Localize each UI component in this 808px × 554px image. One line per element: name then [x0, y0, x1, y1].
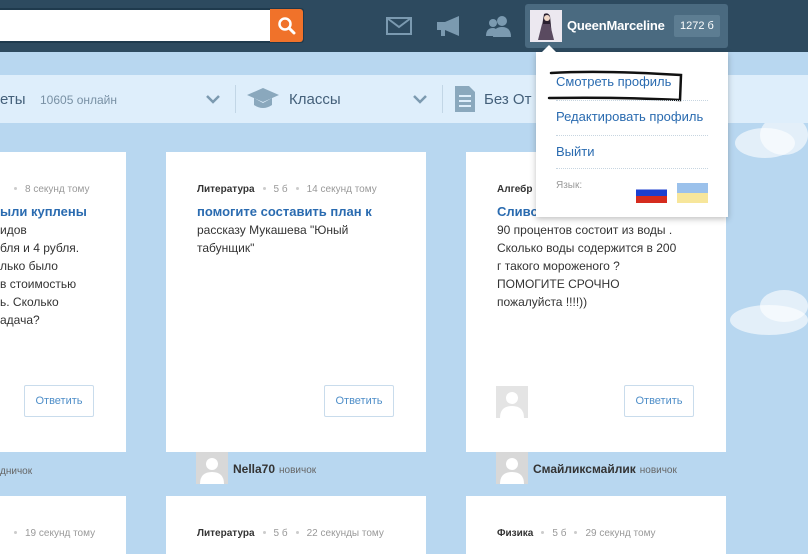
answer-button[interactable]: Ответить: [24, 385, 94, 417]
megaphone-icon[interactable]: [435, 15, 463, 37]
author-row: дничок: [0, 463, 32, 477]
user-dropdown-menu: Смотреть профиль Редактировать профиль В…: [536, 45, 728, 217]
card-text: рассказу Мукашева "Юный табунщик": [197, 223, 349, 255]
author-name[interactable]: Nella70: [233, 462, 275, 476]
card-title[interactable]: Сливо: [497, 204, 538, 219]
username: QueenMarceline: [567, 18, 665, 33]
search-button[interactable]: [270, 9, 303, 42]
search-icon: [278, 17, 296, 35]
avatar: [530, 10, 562, 42]
author-row: Смайликсмайлик новичок: [533, 462, 677, 476]
author-name[interactable]: Смайликсмайлик: [533, 462, 636, 476]
user-menu-button[interactable]: QueenMarceline 1272 б: [525, 4, 728, 48]
question-card[interactable]: 8 секунд тому ыли куплены идов бля и 4 р…: [0, 152, 126, 452]
author-avatar[interactable]: [496, 452, 528, 484]
card-text: идов бля и 4 рубля. лько было в стоимост…: [0, 223, 80, 327]
card-time: 19 секунд тому: [6, 528, 95, 539]
card-meta: Литература 5 б 14 секунд тому: [197, 184, 377, 195]
divider: [235, 85, 236, 113]
logout-link[interactable]: Выйти: [556, 144, 595, 159]
edit-profile-link[interactable]: Редактировать профиль: [556, 109, 703, 124]
divider: [556, 168, 708, 169]
card-time: 8 секунд тому: [6, 184, 90, 195]
classes-filter[interactable]: Классы: [289, 91, 341, 108]
russian-flag-icon[interactable]: [636, 183, 667, 203]
divider: [556, 135, 708, 136]
answer-button[interactable]: Ответить: [624, 385, 694, 417]
author-rank: новичок: [639, 465, 677, 476]
question-card[interactable]: 19 секунд тому: [0, 496, 126, 554]
subjects-filter[interactable]: еты: [0, 91, 26, 108]
graduation-cap-icon: [247, 88, 279, 108]
card-meta: Алгебр: [497, 184, 533, 195]
answer-button[interactable]: Ответить: [324, 385, 394, 417]
author-avatar[interactable]: [196, 452, 228, 484]
question-card[interactable]: Литература 5 б 22 секунды тому: [166, 496, 426, 554]
card-title[interactable]: ыли куплены: [0, 204, 87, 219]
card-title[interactable]: помогите составить план к: [197, 204, 372, 219]
chevron-down-icon[interactable]: [412, 93, 428, 105]
online-count: 10605 онлайн: [40, 93, 118, 107]
card-meta: Литература 5 б 22 секунды тому: [197, 528, 384, 539]
search-input[interactable]: [0, 8, 304, 43]
hand-drawn-underline: [547, 70, 683, 102]
card-meta: Физика 5 б 29 секунд тому: [497, 528, 656, 539]
ukrainian-flag-icon[interactable]: [677, 183, 708, 203]
question-card[interactable]: Литература 5 б 14 секунд тому помогите сос…: [166, 152, 426, 460]
document-icon: [455, 86, 475, 112]
top-bar: QueenMarceline 1272 б: [0, 0, 808, 52]
author-rank: дничок: [0, 466, 33, 477]
friends-icon[interactable]: [485, 15, 513, 37]
cloud-decoration: [760, 290, 808, 322]
mail-icon[interactable]: [386, 17, 412, 35]
divider: [442, 85, 443, 113]
card-text: 90 процентов состоит из воды . Сколько в…: [497, 223, 677, 309]
answers-filter[interactable]: Без От: [484, 91, 531, 108]
question-card[interactable]: Физика 5 б 29 секунд тому: [466, 496, 726, 554]
language-label: Язык:: [556, 180, 583, 191]
user-avatar-placeholder: [496, 386, 528, 418]
divider: [556, 100, 708, 101]
chevron-down-icon[interactable]: [205, 93, 221, 105]
author-row: Nella70 новичок: [233, 462, 316, 476]
points-badge: 1272 б: [674, 15, 720, 37]
author-rank: новичок: [279, 465, 317, 476]
dropdown-caret: [542, 45, 556, 52]
